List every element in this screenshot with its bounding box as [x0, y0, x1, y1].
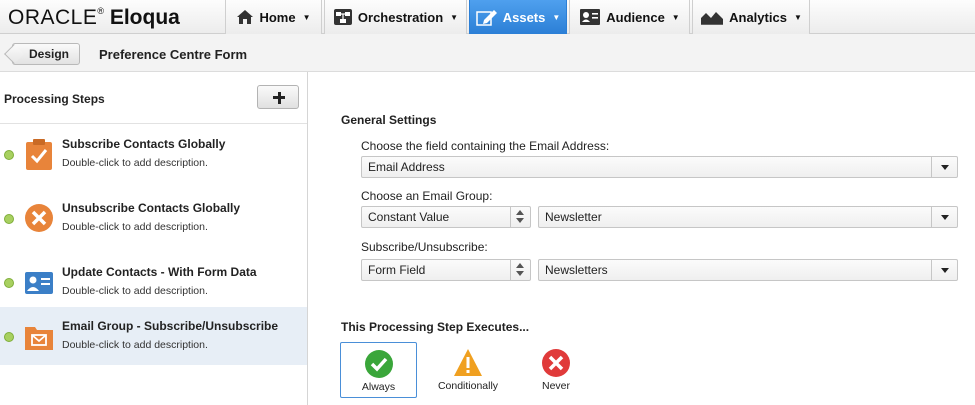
logo-oracle-text: ORACLE [8, 6, 98, 29]
contact-card-icon [25, 272, 53, 294]
email-group-label: Choose an Email Group: [361, 189, 493, 203]
execute-always-label: Always [361, 381, 396, 393]
subscribe-unsubscribe-label: Subscribe/Unsubscribe: [361, 240, 488, 254]
status-dot [4, 214, 14, 224]
chevron-down-icon [931, 157, 957, 177]
status-dot [4, 332, 14, 342]
email-address-field-value: Email Address [368, 160, 445, 174]
house-icon [237, 10, 254, 24]
step-description: Double-click to add description. [62, 339, 208, 351]
processing-steps-header: Processing Steps [0, 72, 307, 124]
oracle-eloqua-logo[interactable]: ORACLE® Eloqua [8, 6, 180, 30]
clipboard-check-icon [26, 139, 52, 170]
step-description: Double-click to add description. [62, 285, 208, 297]
nav-audience-label: Audience [606, 9, 665, 25]
nav-analytics[interactable]: Analytics ▼ [692, 0, 810, 34]
nav-assets[interactable]: Assets ▼ [469, 0, 567, 34]
email-group-source-select[interactable]: Constant Value [361, 206, 531, 228]
execution-title: This Processing Step Executes... [341, 320, 530, 334]
nav-orchestration[interactable]: Orchestration ▼ [324, 0, 467, 34]
step-name: Subscribe Contacts Globally [62, 137, 226, 151]
nav-analytics-label: Analytics [729, 9, 787, 25]
general-settings-title: General Settings [341, 113, 437, 127]
email-group-value-select[interactable]: Newsletter [538, 206, 958, 228]
nav-audience[interactable]: Audience ▼ [569, 0, 690, 34]
step-name: Email Group - Subscribe/Unsubscribe [62, 319, 279, 333]
back-to-design-button[interactable]: Design [12, 43, 81, 65]
subscribe-source-select[interactable]: Form Field [361, 259, 531, 281]
top-navigation-bar: ORACLE® Eloqua Home ▼ Orchestration ▼ Asse… [0, 0, 975, 34]
step-name: Unsubscribe Contacts Globally [62, 201, 241, 215]
email-address-field-select[interactable]: Email Address [361, 156, 958, 178]
circle-x-icon [25, 204, 53, 232]
execute-conditionally-option[interactable]: Conditionally [427, 342, 509, 398]
step-description: Double-click to add description. [62, 221, 208, 233]
execute-never-option[interactable]: Never [525, 342, 587, 398]
email-group-source-value: Constant Value [368, 210, 450, 224]
step-name: Update Contacts - With Form Data [62, 265, 257, 279]
area-chart-icon [701, 12, 724, 25]
email-field-label: Choose the field containing the Email Ad… [361, 139, 610, 153]
processing-steps-title: Processing Steps [4, 92, 105, 106]
nav-orchestration-label: Orchestration [357, 9, 444, 25]
add-step-button[interactable] [257, 85, 299, 109]
up-down-arrows-icon [516, 210, 524, 224]
execute-always-option[interactable]: Always [340, 342, 417, 398]
logo-eloqua-text: Eloqua [109, 6, 180, 29]
execute-never-label: Never [541, 380, 570, 392]
step-email-group-subscribe-unsubscribe[interactable]: Email Group - Subscribe/Unsubscribe Doub… [0, 307, 307, 365]
nav-home-label: Home [259, 9, 296, 25]
step-update-contacts-with-form-data[interactable]: Update Contacts - With Form Data Double-… [0, 253, 307, 311]
chevron-down-icon [931, 260, 957, 280]
subscribe-field-value: Newsletters [545, 263, 608, 277]
execute-conditionally-label: Conditionally [437, 380, 499, 392]
contact-card-icon [580, 9, 601, 25]
orchestration-icon [333, 9, 352, 25]
subscribe-field-select[interactable]: Newsletters [538, 259, 958, 281]
nav-home[interactable]: Home ▼ [225, 0, 322, 34]
email-folder-icon [25, 327, 53, 350]
page-title: Preference Centre Form [99, 47, 248, 62]
nav-assets-label: Assets [502, 9, 546, 25]
processing-steps-panel: Processing Steps Subscribe Contacts Glob… [0, 72, 308, 405]
up-down-arrows-icon [516, 263, 524, 277]
step-subscribe-contacts-globally[interactable]: Subscribe Contacts Globally Double-click… [0, 125, 307, 183]
subscribe-source-value: Form Field [368, 263, 426, 277]
warning-triangle-icon [454, 349, 482, 376]
step-unsubscribe-contacts-globally[interactable]: Unsubscribe Contacts Globally Double-cli… [0, 189, 307, 247]
breadcrumb: Design Preference Centre Form [0, 34, 975, 72]
check-circle-icon [364, 350, 393, 378]
pencil-icon [475, 10, 497, 26]
status-dot [4, 278, 14, 288]
step-description: Double-click to add description. [62, 157, 208, 169]
chevron-down-icon [931, 207, 957, 227]
email-group-value: Newsletter [545, 210, 602, 224]
x-circle-icon [542, 349, 570, 377]
status-dot [4, 150, 14, 160]
step-settings-panel: General Settings Choose the field contai… [309, 72, 975, 405]
